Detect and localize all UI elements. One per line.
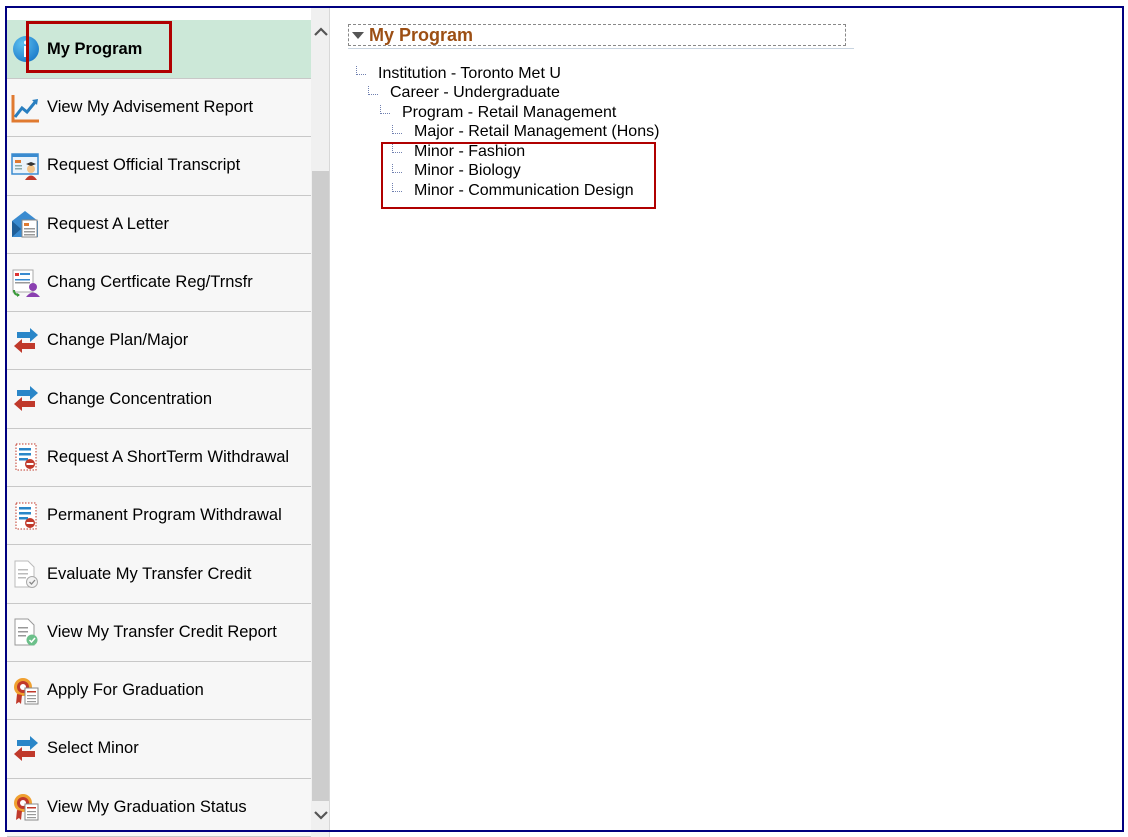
sidebar-item-label: View My Transfer Credit Report [47, 622, 277, 641]
sidebar-item-label: Request Official Transcript [47, 156, 241, 175]
transcript-graduate-icon [11, 151, 41, 181]
sidebar-item-request-letter[interactable]: Request A Letter [7, 196, 311, 254]
tree-node-major: Major - Retail Management (Hons) [356, 123, 659, 143]
award-ribbon-icon [11, 676, 41, 706]
tree-connector-icon [392, 183, 402, 193]
tree-node-institution: Institution - Toronto Met U [356, 64, 659, 84]
sidebar-item-evaluate-transfer-credit[interactable]: Evaluate My Transfer Credit [7, 545, 311, 604]
swap-arrows-icon [11, 734, 41, 764]
sidebar-nav: My Program View My Advisement Report Req… [7, 20, 311, 837]
tree-node-label: Minor - Biology [414, 162, 521, 180]
sidebar-item-advisement-report[interactable]: View My Advisement Report [7, 79, 311, 138]
collapse-triangle-icon[interactable] [352, 31, 364, 39]
sidebar-item-my-program[interactable]: My Program [7, 20, 311, 79]
tree-node-program: Program - Retail Management [356, 103, 659, 123]
sidebar-item-label: View My Graduation Status [47, 797, 247, 816]
program-tree: Institution - Toronto Met U Career - Und… [356, 64, 659, 201]
sidebar-item-label: My Program [47, 39, 143, 58]
section-title: My Program [369, 24, 474, 45]
sidebar-item-shortterm-withdrawal[interactable]: Request A ShortTerm Withdrawal [7, 429, 311, 488]
sidebar-scrollbar[interactable] [311, 8, 330, 837]
section-header-my-program[interactable]: My Program [348, 24, 846, 46]
award-ribbon-icon [11, 792, 41, 822]
sidebar-item-certificate-transfer[interactable]: Chang Certficate Reg/Trnsfr [7, 254, 311, 313]
tree-node-label: Program - Retail Management [402, 103, 617, 121]
tree-node-minor: Minor - Fashion [356, 142, 659, 162]
sidebar-item-label: Select Minor [47, 739, 139, 758]
scroll-thumb[interactable] [312, 171, 329, 801]
scroll-down-button[interactable] [311, 803, 330, 827]
tree-connector-icon [380, 105, 390, 115]
sidebar-item-change-concentration[interactable]: Change Concentration [7, 370, 311, 429]
sidebar-item-transfer-credit-report[interactable]: View My Transfer Credit Report [7, 604, 311, 662]
section-divider [348, 48, 854, 49]
sidebar-item-label: Chang Certficate Reg/Trnsfr [47, 273, 253, 292]
tree-node-label: Career - Undergraduate [390, 84, 560, 102]
tree-connector-icon [392, 124, 402, 134]
document-check-green-icon [11, 617, 41, 647]
chevron-down-icon [313, 811, 328, 820]
sidebar-item-label: Change Concentration [47, 389, 213, 408]
letter-envelope-icon [11, 209, 41, 239]
chevron-up-icon [313, 27, 328, 36]
info-icon [11, 34, 41, 64]
app-frame: My Program View My Advisement Report Req… [0, 0, 1128, 837]
document-check-icon [11, 559, 41, 589]
sidebar-item-label: Request A ShortTerm Withdrawal [47, 447, 290, 466]
sidebar-item-select-minor[interactable]: Select Minor [7, 720, 311, 779]
sidebar-item-label: Request A Letter [47, 214, 170, 233]
withdrawal-document-icon [11, 442, 41, 472]
tree-connector-icon [356, 66, 366, 76]
tree-connector-icon [392, 144, 402, 154]
sidebar-item-label: Apply For Graduation [47, 681, 204, 700]
swap-arrows-icon [11, 326, 41, 356]
tree-node-label: Major - Retail Management (Hons) [414, 123, 660, 141]
tree-connector-icon [392, 163, 402, 173]
scroll-up-button[interactable] [311, 20, 330, 44]
sidebar-item-label: Permanent Program Withdrawal [47, 506, 282, 525]
tree-node-minor: Minor - Communication Design [356, 181, 659, 201]
tree-connector-icon [368, 85, 378, 95]
tree-node-label: Minor - Communication Design [414, 181, 634, 199]
sidebar-item-label: View My Advisement Report [47, 98, 254, 117]
tree-node-minor: Minor - Biology [356, 162, 659, 182]
sidebar-item-label: Change Plan/Major [47, 331, 189, 350]
sidebar-item-permanent-withdrawal[interactable]: Permanent Program Withdrawal [7, 487, 311, 546]
main-content: My Program Institution - Toronto Met U C… [331, 8, 1121, 830]
sidebar-item-apply-graduation[interactable]: Apply For Graduation [7, 662, 311, 721]
tree-node-label: Institution - Toronto Met U [378, 64, 561, 82]
withdrawal-document-icon [11, 501, 41, 531]
sidebar-item-change-plan-major[interactable]: Change Plan/Major [7, 312, 311, 371]
sidebar-item-label: Evaluate My Transfer Credit [47, 564, 252, 583]
sidebar-item-graduation-status[interactable]: View My Graduation Status [7, 779, 311, 837]
swap-arrows-icon [11, 384, 41, 414]
tree-node-career: Career - Undergraduate [356, 84, 659, 104]
tree-node-label: Minor - Fashion [414, 142, 526, 160]
certificate-transfer-icon [11, 268, 41, 298]
chart-trend-icon [11, 93, 41, 123]
sidebar-item-official-transcript[interactable]: Request Official Transcript [7, 137, 311, 196]
